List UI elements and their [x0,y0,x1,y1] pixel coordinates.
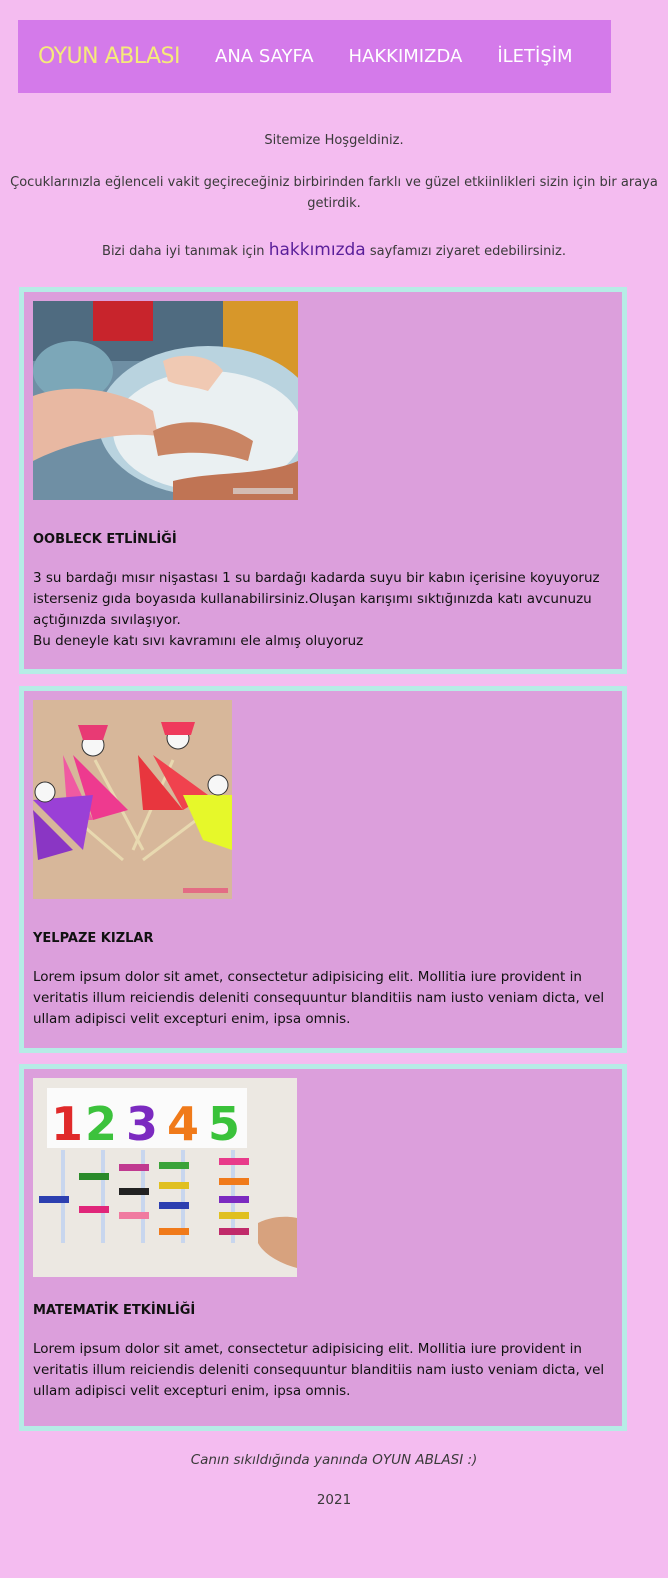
activity-text: 3 su bardağı mısır nişastası 1 su bardağ… [33,568,608,652]
math-photo-digit: 3 [126,1097,158,1151]
activity-card-fan-girls: YELPAZE KIZLAR Lorem ipsum dolor sit ame… [19,686,627,1053]
about-link[interactable]: hakkımızda [269,240,366,260]
activity-title: MATEMATİK ETKİNLİĞİ [33,1303,196,1318]
activity-card-oobleck: OOBLECK ETLİNLİĞİ 3 su bardağı mısır niş… [19,287,627,674]
about-prefix: Bizi daha iyi tanımak için [102,244,265,259]
intro-description: Çocuklarınızla eğlenceli vakit geçireceğ… [10,175,658,211]
activity-card-math: 1 2 3 4 5 MATEMATİK ETKİNLİĞİ Lorem ipsu… [19,1064,627,1431]
math-photo-digit: 1 [51,1097,83,1151]
nav-link-contact[interactable]: İLETİŞİM [497,46,572,67]
nav-link-about[interactable]: HAKKIMIZDA [349,46,463,67]
activity-title: YELPAZE KIZLAR [33,931,154,946]
math-photo-digit: 2 [85,1097,117,1151]
oobleck-photo [33,301,298,500]
activity-text: Lorem ipsum dolor sit amet, consectetur … [33,969,605,1027]
brand-logo[interactable]: OYUN ABLASI [38,44,181,69]
math-photo: 1 2 3 4 5 [33,1078,297,1277]
nav-link-home[interactable]: ANA SAYFA [215,46,314,67]
activity-title: OOBLECK ETLİNLİĞİ [33,532,177,547]
activity-text-main: 3 su bardağı mısır nişastası 1 su bardağ… [33,570,600,628]
about-line: Bizi daha iyi tanımak için hakkımızda sa… [0,240,668,262]
welcome-text: Sitemize Hoşgeldiniz. [264,133,404,148]
activity-text-note: Bu deneyle katı sıvı kavramını ele almış… [33,633,364,649]
footer-year: 2021 [316,1492,352,1508]
fan-girls-photo [33,700,232,899]
math-photo-digit: 5 [208,1097,240,1151]
top-navbar: OYUN ABLASI ANA SAYFA HAKKIMIZDA İLETİŞİ… [18,20,611,93]
footer-tagline: Canın sıkıldığında yanında OYUN ABLASI :… [190,1452,478,1468]
activity-text: Lorem ipsum dolor sit amet, consectetur … [33,1341,605,1399]
math-photo-digit: 4 [167,1097,199,1151]
about-suffix: sayfamızı ziyaret edebilirsiniz. [369,244,566,259]
